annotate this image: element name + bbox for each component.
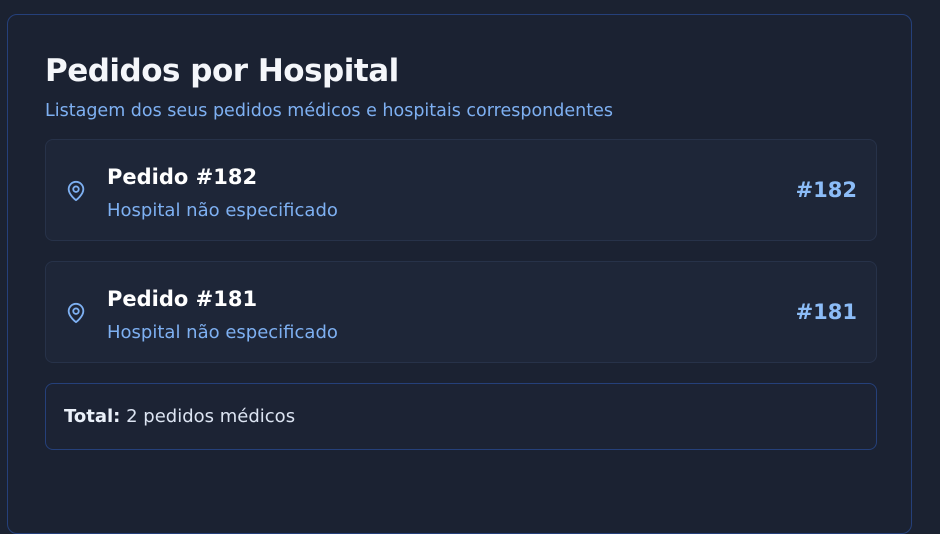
order-code: #182 (795, 178, 857, 202)
map-pin-icon (67, 180, 85, 202)
order-card[interactable]: Pedido #181 Hospital não especificado #1… (45, 261, 877, 363)
order-name: Pedido #181 (107, 287, 258, 311)
orders-by-hospital-card: Pedidos por Hospital Listagem dos seus p… (7, 14, 912, 534)
page-subtitle: Listagem dos seus pedidos médicos e hosp… (45, 101, 613, 121)
total-value: 2 pedidos médicos (126, 406, 296, 427)
map-pin-icon (67, 302, 85, 324)
order-card[interactable]: Pedido #182 Hospital não especificado #1… (45, 139, 877, 241)
order-code: #181 (795, 300, 857, 324)
order-name: Pedido #182 (107, 165, 258, 189)
page-title: Pedidos por Hospital (45, 53, 399, 89)
total-text: Total: 2 pedidos médicos (64, 406, 295, 427)
order-hospital: Hospital não especificado (107, 322, 338, 343)
order-hospital: Hospital não especificado (107, 200, 338, 221)
total-summary: Total: 2 pedidos médicos (45, 383, 877, 450)
total-label: Total: (64, 406, 121, 427)
